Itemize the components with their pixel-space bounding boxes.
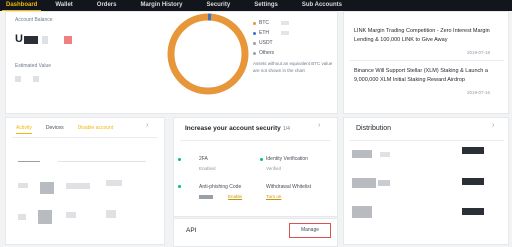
balance-masked — [64, 36, 72, 44]
news-divider — [350, 60, 504, 61]
distribution-row-masked — [380, 152, 390, 157]
security-antiphishing-label: Anti-phishing Code — [199, 184, 242, 190]
security-2fa-status: Enabled — [199, 166, 216, 171]
chevron-right-icon[interactable]: › — [146, 122, 148, 129]
status-dot — [178, 158, 181, 161]
nav-orders[interactable]: Orders — [93, 0, 121, 11]
tab-activity[interactable]: Activity — [16, 125, 32, 134]
activity-row-masked — [40, 182, 54, 194]
activity-row-masked — [66, 212, 76, 218]
news-item-date: 2019-07-18 — [467, 50, 491, 55]
security-identity-status: Verified — [266, 166, 282, 171]
api-title: API — [186, 227, 197, 234]
nav-dashboard[interactable]: Dashboard — [2, 0, 42, 11]
tab-devices[interactable]: Devices — [46, 125, 64, 134]
security-whitelist-label: Withdrawal Whitelist — [266, 184, 312, 190]
security-card — [173, 117, 338, 217]
security-progress-count: 1/4 — [283, 126, 290, 132]
api-manage-button[interactable]: Manage — [289, 223, 331, 238]
distribution-row-masked — [462, 178, 484, 185]
estimated-masked — [33, 76, 39, 82]
distribution-row-masked — [462, 147, 484, 154]
account-balance-label: Account Balance — [15, 17, 53, 23]
balance-masked — [42, 36, 48, 44]
nav-sub-accounts[interactable]: Sub Accounts — [298, 0, 346, 11]
legend-eth: ETH — [253, 28, 289, 38]
estimated-masked — [15, 76, 21, 82]
legend-usdt: USDT — [253, 38, 289, 48]
nav-settings[interactable]: Settings — [250, 0, 282, 11]
legend-others: Others — [253, 48, 289, 58]
news-item-title[interactable]: Binance Will Support Stellar (XLM) Staki… — [354, 67, 502, 85]
distribution-row-masked — [378, 180, 390, 186]
security-divider — [180, 140, 330, 141]
activity-row-masked — [38, 210, 52, 224]
balance-masked — [24, 36, 38, 44]
estimated-value-label: Estimated Value — [15, 63, 52, 69]
nav-wallet[interactable]: Wallet — [51, 0, 76, 11]
nav-security[interactable]: Security — [203, 0, 235, 11]
activity-row-masked — [18, 214, 26, 220]
donut-note: Assets without an equivalent BTC value a… — [253, 61, 333, 73]
distribution-divider — [350, 140, 504, 141]
activity-row-masked — [18, 161, 40, 162]
account-balance-value: U — [15, 33, 23, 45]
tab-disable-account[interactable]: Disable account — [78, 125, 114, 134]
antiphishing-masked — [199, 195, 213, 199]
security-title: Increase your account security — [185, 125, 281, 132]
news-item-title[interactable]: LINK Margin Trading Competition - Zero I… — [354, 27, 502, 45]
security-whitelist-link[interactable]: Turn on — [266, 194, 281, 199]
activity-row-masked — [66, 183, 90, 189]
activity-row-masked — [18, 183, 28, 188]
distribution-row-masked — [352, 206, 372, 218]
distribution-title: Distribution — [356, 125, 392, 132]
chevron-right-icon[interactable]: › — [492, 122, 494, 129]
distribution-row-masked — [352, 150, 372, 158]
activity-row-masked — [58, 161, 146, 162]
top-nav: Dashboard Wallet Orders Margin History S… — [0, 0, 512, 11]
chevron-right-icon[interactable]: › — [318, 122, 320, 129]
nav-margin-history[interactable]: Margin History — [136, 0, 186, 11]
security-antiphishing-link[interactable]: Enable — [228, 194, 242, 199]
donut-legend: BTC ETH USDT Others — [253, 18, 289, 58]
activity-row-masked — [106, 210, 116, 218]
distribution-row-masked — [352, 178, 376, 188]
security-2fa-label: 2FA — [199, 156, 208, 162]
status-dot — [178, 185, 181, 188]
activity-tabs: Activity Devices Disable account — [16, 125, 127, 134]
status-dot — [260, 158, 263, 161]
asset-donut-chart — [167, 13, 249, 95]
activity-row-masked — [106, 180, 122, 186]
news-item-date: 2019-07-16 — [467, 90, 491, 95]
security-identity-label: Identity Verification — [266, 156, 308, 162]
distribution-row-masked — [462, 208, 484, 215]
tab-divider — [12, 137, 158, 138]
legend-btc: BTC — [253, 18, 289, 28]
